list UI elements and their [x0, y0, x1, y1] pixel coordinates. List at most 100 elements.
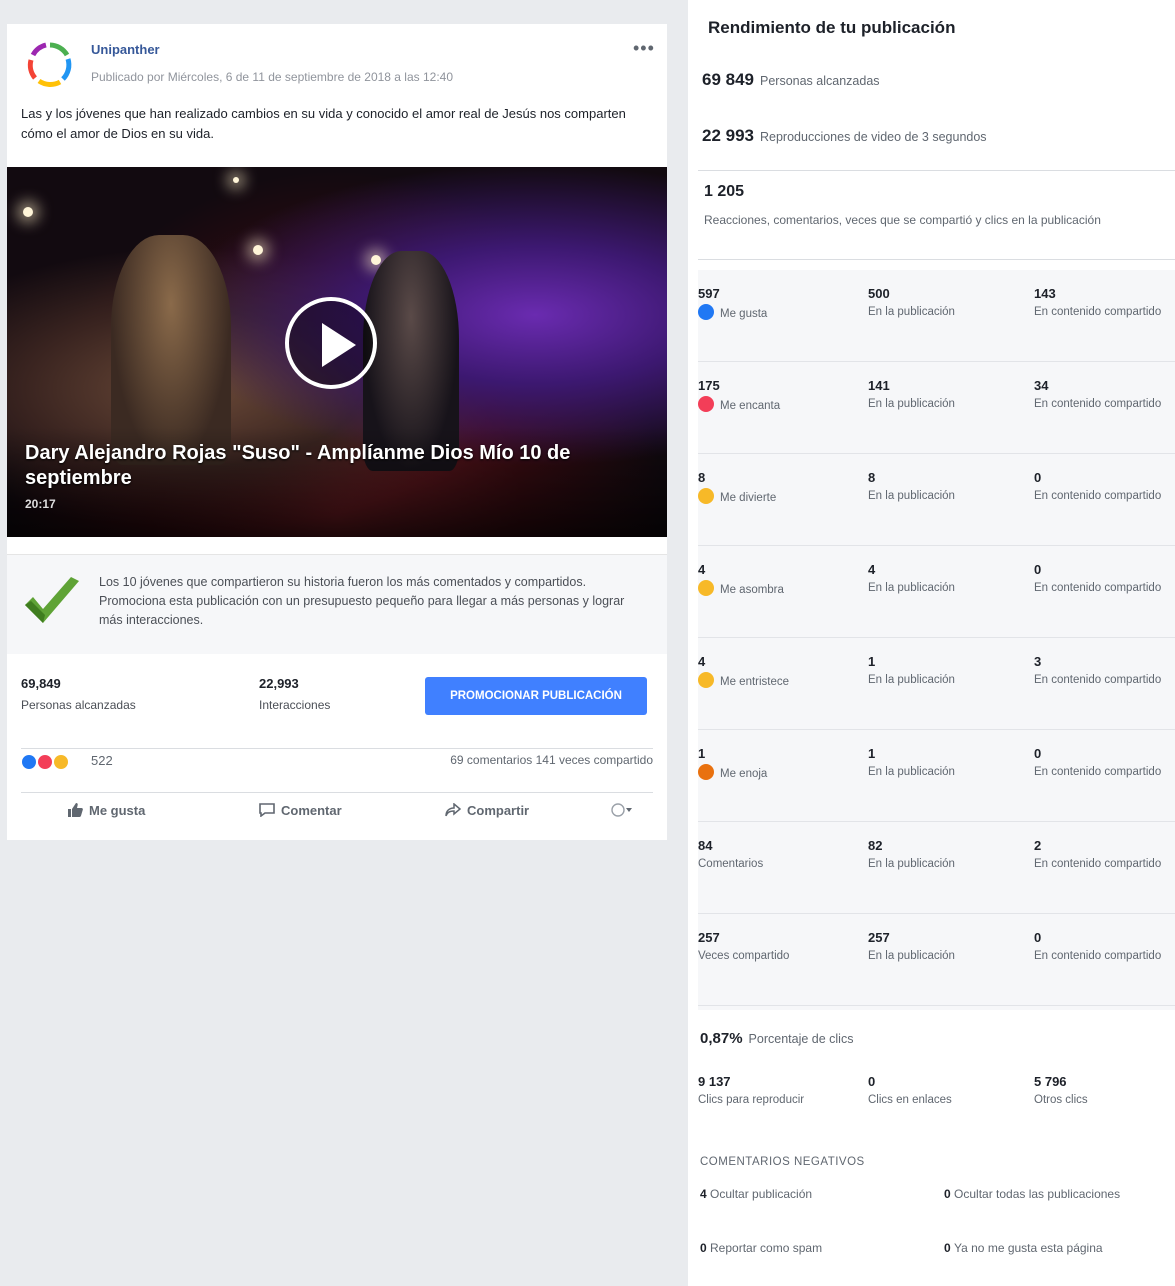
page-name[interactable]: Unipanther — [91, 42, 160, 57]
boost-notice: Los 10 jóvenes que compartieron su histo… — [7, 554, 667, 654]
globe-chevron-down-icon — [611, 803, 632, 817]
stage-light — [233, 177, 239, 183]
stage-light — [23, 207, 33, 217]
reach-label: Personas alcanzadas — [21, 698, 136, 712]
panel-title: Rendimiento de tu publicación — [708, 18, 956, 37]
clicks-value: 5 796 — [1034, 1074, 1067, 1089]
post-meta: Publicado por Miércoles, 6 de 11 de sept… — [91, 70, 454, 84]
negative-feedback-item: 0 Reportar como spam — [700, 1240, 920, 1257]
negative-feedback-item: 0 Ya no me gusta esta página — [944, 1240, 1164, 1257]
reactions-summary[interactable]: 522 69 comentarios 141 veces compartido — [21, 748, 653, 772]
reactions-breakdown: 597 Me gusta 500 En la publicación 143 En con… — [698, 270, 1175, 1010]
breakdown-value: 0 — [1034, 562, 1042, 577]
breakdown-value: 141 — [868, 378, 890, 393]
breakdown-cell: 82 En la publicación — [868, 838, 1018, 872]
breakdown-value: 8 — [698, 470, 706, 485]
audience-selector[interactable] — [611, 803, 639, 818]
breakdown-cell: 143 En contenido compartido — [1034, 286, 1175, 320]
stage-light — [371, 255, 381, 265]
breakdown-label: En contenido compartido — [1034, 490, 1162, 502]
breakdown-label: En contenido compartido — [1034, 306, 1162, 318]
clicks-cell: 9 137 Clics para reproducir — [698, 1074, 848, 1108]
like-icon — [698, 304, 714, 320]
panel-views: 22 993 Reproducciones de video de 3 segun… — [702, 126, 987, 146]
post-text: Las y los jóvenes que han realizado camb… — [21, 106, 626, 141]
reaction-count[interactable]: 522 — [91, 753, 113, 768]
share-button-label: Compartir — [467, 803, 530, 818]
negative-feedback-item: 4 Ocultar publicación — [700, 1186, 920, 1203]
clicks-label: Otros clics — [1034, 1094, 1088, 1106]
breakdown-value: 0 — [1034, 746, 1042, 761]
breakdown-cell: 257 Veces compartido — [698, 930, 848, 964]
breakdown-row: 257 Veces compartido 257 En la publicación 0… — [698, 914, 1175, 1006]
ctr-stat: 0,87% Porcentaje de clics — [700, 1030, 853, 1047]
clicks-breakdown: 9 137 Clics para reproducir 0 Clics en enla… — [698, 1068, 1175, 1140]
comment-button[interactable]: Comentar — [259, 803, 342, 818]
comments-shares-count[interactable]: 69 comentarios 141 veces compartido — [450, 753, 653, 767]
breakdown-row: 84 Comentarios 82 En la publicación 2 En cont… — [698, 822, 1175, 914]
breakdown-cell: 175 Me encanta — [698, 378, 848, 414]
breakdown-label: En la publicación — [868, 858, 955, 870]
clicks-cell: 5 796 Otros clics — [1034, 1074, 1175, 1108]
breakdown-cell: 0 En contenido compartido — [1034, 562, 1175, 596]
breakdown-value: 257 — [698, 930, 720, 945]
post-stats: 69,849 Personas alcanzadas 22,993 Intera… — [7, 664, 667, 732]
post-card: Unipanther Publicado por Miércoles, 6 de… — [7, 24, 667, 840]
breakdown-cell: 4 En la publicación — [868, 562, 1018, 596]
breakdown-cell: 597 Me gusta — [698, 286, 848, 322]
breakdown-label: En contenido compartido — [1034, 950, 1162, 962]
more-options-icon[interactable]: ••• — [633, 38, 655, 59]
breakdown-label: Me entristece — [698, 672, 848, 690]
haha-icon — [53, 754, 69, 770]
breakdown-value: 143 — [1034, 286, 1056, 301]
breakdown-label: Veces compartido — [698, 950, 790, 962]
engagement-box: 1 205 Reacciones, comentarios, veces que… — [698, 170, 1175, 260]
breakdown-cell: 0 En contenido compartido — [1034, 930, 1175, 964]
breakdown-row: 8 Me divierte 8 En la publicación 0 En conten… — [698, 454, 1175, 546]
stage-light — [253, 245, 263, 255]
share-icon — [445, 803, 461, 817]
video-title: Dary Alejandro Rojas "Suso" - Amplíanme … — [25, 442, 571, 489]
breakdown-cell: 8 En la publicación — [868, 470, 1018, 504]
breakdown-row: 4 Me asombra 4 En la publicación 0 En conteni… — [698, 546, 1175, 638]
comment-icon — [259, 803, 275, 817]
boost-post-button[interactable]: PROMOCIONAR PUBLICACIÓN — [425, 677, 647, 715]
share-button[interactable]: Compartir — [445, 803, 529, 818]
breakdown-row: 4 Me entristece 1 En la publicación 3 En cont… — [698, 638, 1175, 730]
breakdown-value: 1 — [698, 746, 706, 761]
negative-feedback-label: Ya no me gusta esta página — [954, 1241, 1103, 1255]
comment-button-label: Comentar — [281, 803, 342, 818]
checkmark-icon — [25, 577, 79, 623]
video-player[interactable]: Dary Alejandro Rojas "Suso" - Amplíanme … — [7, 167, 667, 537]
breakdown-label: Me divierte — [698, 488, 848, 506]
page-logo[interactable] — [25, 40, 75, 90]
breakdown-value: 82 — [868, 838, 883, 853]
negative-feedback-title: COMENTARIOS NEGATIVOS — [700, 1156, 865, 1168]
breakdown-label: Me encanta — [698, 396, 848, 414]
breakdown-cell: 1 En la publicación — [868, 746, 1018, 780]
negative-feedback-value: 4 — [700, 1187, 711, 1201]
breakdown-label: En contenido compartido — [1034, 858, 1162, 870]
breakdown-row: 597 Me gusta 500 En la publicación 143 En con… — [698, 270, 1175, 362]
breakdown-value: 3 — [1034, 654, 1042, 669]
reach-value: 69,849 — [21, 676, 61, 691]
breakdown-value: 175 — [698, 378, 720, 393]
notice-text: Los 10 jóvenes que compartieron su histo… — [99, 575, 625, 627]
clicks-cell: 0 Clics en enlaces — [868, 1074, 1018, 1108]
negative-feedback-label: Ocultar publicación — [710, 1187, 813, 1201]
breakdown-value: 0 — [1034, 470, 1042, 485]
breakdown-label: Me asombra — [698, 580, 848, 598]
like-button[interactable]: Me gusta — [67, 803, 145, 818]
breakdown-cell: 4 Me entristece — [698, 654, 848, 690]
breakdown-cell: 1 En la publicación — [868, 654, 1018, 688]
breakdown-label: En la publicación — [868, 398, 955, 410]
play-icon[interactable] — [285, 297, 377, 389]
thumbs-up-icon — [68, 803, 83, 817]
breakdown-label: En la publicación — [868, 306, 955, 318]
panel-reach-label: Personas alcanzadas — [760, 74, 880, 88]
breakdown-row: 1 Me enoja 1 En la publicación 0 En contenido… — [698, 730, 1175, 822]
like-icon — [21, 754, 37, 770]
breakdown-label: Comentarios — [698, 858, 764, 870]
love-icon — [698, 396, 714, 412]
breakdown-cell: 8 Me divierte — [698, 470, 848, 506]
